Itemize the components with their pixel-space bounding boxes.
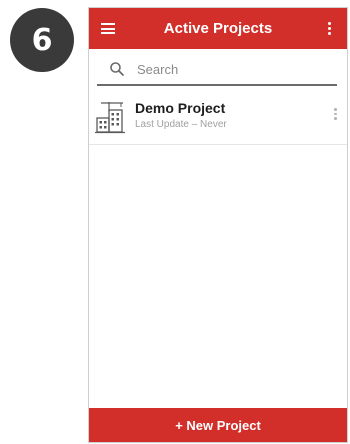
project-name: Demo Project <box>135 100 226 116</box>
search-bar[interactable] <box>97 54 337 86</box>
more-vert-icon[interactable] <box>334 108 337 122</box>
step-number-badge: 6 <box>10 8 74 72</box>
app-bar: Active Projects <box>89 8 347 49</box>
search-input[interactable] <box>135 60 319 78</box>
new-project-button[interactable]: + New Project <box>89 408 347 442</box>
hamburger-menu-icon[interactable] <box>101 23 115 34</box>
project-last-update: Last Update – Never <box>135 119 227 130</box>
building-icon <box>95 102 125 134</box>
phone-screen: Active Projects Search Demo Project Last… <box>88 7 348 443</box>
search-icon <box>110 62 124 76</box>
project-list-item[interactable]: Demo Project Last Update – Never <box>89 96 347 145</box>
more-vert-icon[interactable] <box>328 22 331 36</box>
page-title: Active Projects <box>163 20 273 37</box>
